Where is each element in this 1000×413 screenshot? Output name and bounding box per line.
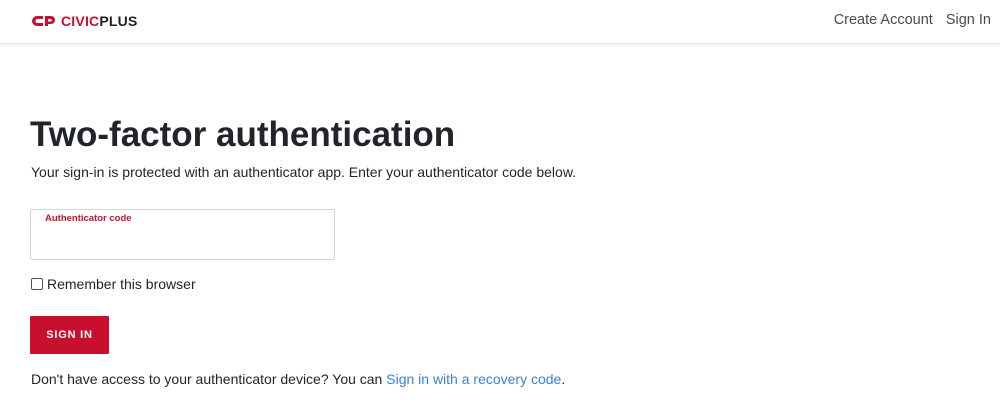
civicplus-logo[interactable]: CIVICPLUS	[32, 12, 137, 30]
logo-text-plus: PLUS	[99, 13, 138, 29]
header-nav: Create Account Sign In	[834, 12, 991, 28]
civicplus-logo-icon	[32, 16, 55, 26]
authenticator-code-label: Authenticator code	[45, 213, 132, 224]
logo-text-civic: CIVIC	[61, 13, 100, 29]
page-title: Two-factor authentication	[30, 115, 456, 154]
logo-text: CIVICPLUS	[61, 12, 137, 30]
sign-in-link[interactable]: Sign In	[946, 12, 991, 28]
recovery-code-prefix: Don't have access to your authenticator …	[31, 371, 387, 387]
authenticator-code-input[interactable]	[39, 228, 328, 256]
authenticator-code-field[interactable]: Authenticator code	[30, 209, 335, 260]
remember-browser-option[interactable]: Remember this browser	[31, 276, 196, 292]
remember-browser-checkbox[interactable]	[31, 278, 43, 290]
create-account-link[interactable]: Create Account	[834, 12, 933, 28]
recovery-code-suffix: .	[561, 371, 566, 387]
top-navigation-bar: CIVICPLUS Create Account Sign In	[0, 0, 1000, 44]
remember-browser-label[interactable]: Remember this browser	[47, 276, 196, 292]
recovery-code-link[interactable]: Sign in with a recovery code	[386, 371, 561, 387]
recovery-code-text: Don't have access to your authenticator …	[31, 371, 565, 387]
sign-in-button[interactable]: SIGN IN	[30, 316, 109, 354]
page-subtitle: Your sign-in is protected with an authen…	[31, 164, 577, 180]
